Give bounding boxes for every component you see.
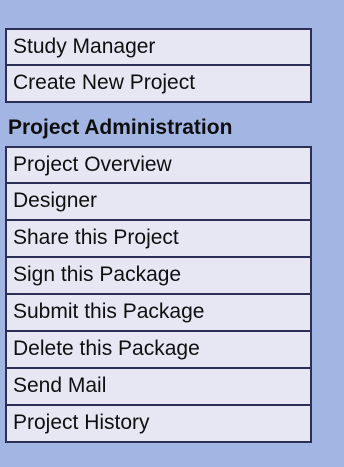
top-menu-group: Study Manager Create New Project <box>5 28 312 103</box>
menu-item-designer[interactable]: Designer <box>5 184 312 221</box>
menu-item-sign-this-package[interactable]: Sign this Package <box>5 258 312 295</box>
menu-item-submit-this-package[interactable]: Submit this Package <box>5 295 312 332</box>
menu-item-create-new-project[interactable]: Create New Project <box>5 66 312 103</box>
project-administration-menu-group: Project Overview Designer Share this Pro… <box>5 146 312 443</box>
menu-item-delete-this-package[interactable]: Delete this Package <box>5 332 312 369</box>
menu-item-share-this-project[interactable]: Share this Project <box>5 221 312 258</box>
section-heading-project-administration: Project Administration <box>8 116 233 139</box>
navigation-menu-panel: Study Manager Create New Project Project… <box>0 0 344 467</box>
menu-item-project-overview[interactable]: Project Overview <box>5 146 312 184</box>
menu-item-project-history[interactable]: Project History <box>5 406 312 443</box>
menu-item-send-mail[interactable]: Send Mail <box>5 369 312 406</box>
menu-item-study-manager[interactable]: Study Manager <box>5 28 312 66</box>
